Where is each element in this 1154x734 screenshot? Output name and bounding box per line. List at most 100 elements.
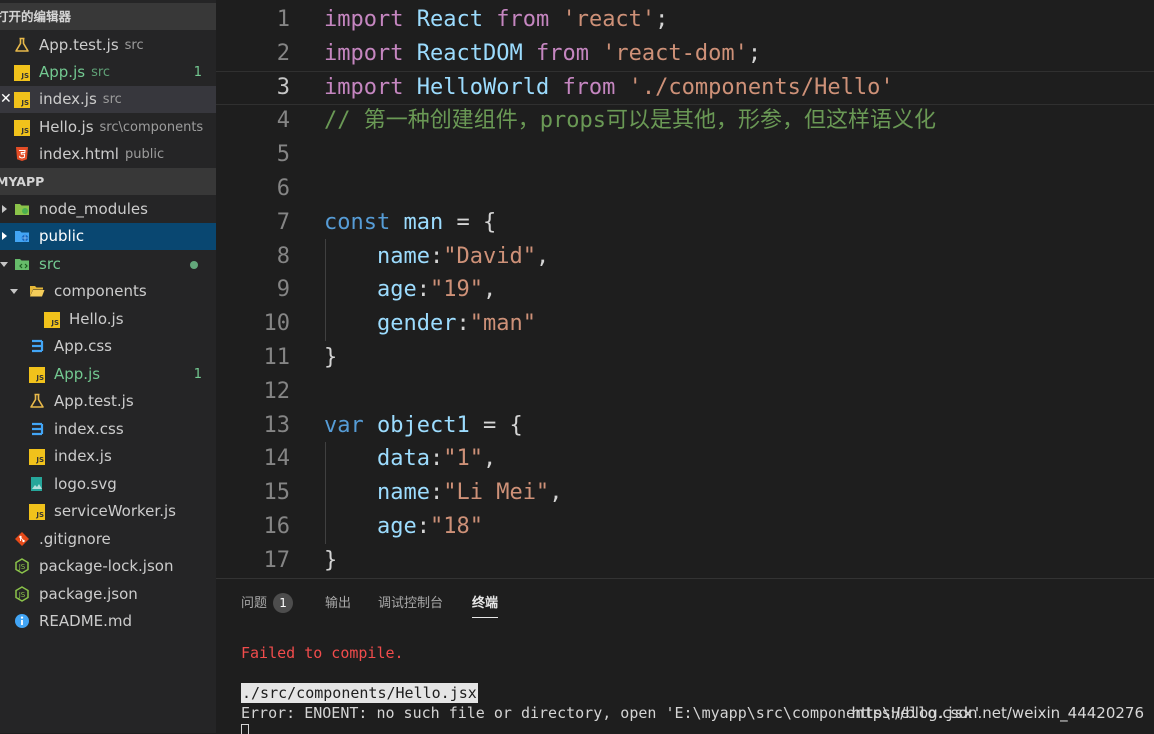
code-line[interactable]: 3 import HelloWorld from './components/He… (216, 70, 1154, 105)
code-line[interactable]: 5 (216, 138, 1154, 172)
tree-item-public[interactable]: public (0, 223, 216, 250)
problems-count-badge: 1 (273, 592, 294, 613)
tab-terminal[interactable]: 终端 (472, 579, 499, 618)
code-token: , (482, 277, 497, 303)
code-token: "18" (429, 514, 483, 539)
project-header[interactable]: MYAPP (0, 168, 216, 195)
css-file-icon (29, 333, 52, 360)
svg-text:JS: JS (18, 591, 26, 599)
tree-item-label: index.js (54, 447, 112, 465)
open-editor-label: index.js (39, 90, 97, 108)
tab-output[interactable]: 输出 (325, 579, 351, 619)
tree-item-gitignore[interactable]: .gitignore (0, 526, 216, 553)
code-token: from (496, 7, 550, 32)
code-text: import ReactDOM from 'react-dom'; (324, 37, 761, 71)
open-editor-app-js[interactable]: JS App.js src 1 (0, 59, 216, 86)
code-line[interactable]: 16 age:"18" (216, 510, 1154, 544)
open-editors-header[interactable]: 打开的编辑器 (0, 3, 216, 30)
code-line[interactable]: 9 age:"19", (216, 273, 1154, 307)
code-line[interactable]: 17} (216, 544, 1154, 578)
js-file-icon: JS (29, 367, 45, 383)
tree-item-label: node_modules (39, 200, 148, 218)
open-editors-title: 打开的编辑器 (0, 9, 72, 24)
tree-item-node-modules[interactable]: node_modules (0, 196, 216, 223)
image-file-icon (29, 471, 52, 498)
code-line[interactable]: 14 data:"1", (216, 442, 1154, 476)
line-number: 7 (276, 209, 290, 235)
code-line[interactable]: 7 const man = { (216, 206, 1154, 240)
code-token: ; (747, 40, 762, 66)
code-line[interactable]: 11} (216, 341, 1154, 375)
tree-item-components[interactable]: components (0, 278, 216, 305)
code-text: var object1 = { (324, 409, 523, 443)
tab-problems[interactable]: 问题 1 (241, 579, 294, 619)
tree-item-app-css[interactable]: App.css (0, 333, 216, 360)
code-line[interactable]: 2 import ReactDOM from 'react-dom'; (216, 37, 1154, 71)
code-token: './components/Hello' (628, 74, 894, 100)
code-token: 'react-dom' (602, 40, 748, 66)
tree-item-serviceworker-js[interactable]: JS serviceWorker.js (0, 498, 216, 525)
open-editor-desc: src (124, 38, 144, 53)
tab-debug-console[interactable]: 调试控制台 (378, 579, 443, 619)
folder-src-icon (14, 251, 37, 278)
tree-item-logo-svg[interactable]: logo.svg (0, 471, 216, 498)
folder-open-icon (29, 278, 52, 305)
code-token: from (535, 40, 589, 66)
code-line[interactable]: 12 (216, 375, 1154, 409)
tab-label: 输出 (325, 596, 352, 611)
code-token: gender (376, 311, 457, 337)
code-text: data:"1", (324, 442, 496, 476)
code-token: import (324, 40, 404, 66)
tree-item-package-json[interactable]: JS package.json (0, 581, 216, 608)
tree-item-index-css[interactable]: index.css (0, 416, 216, 443)
line-number: 11 (263, 345, 291, 370)
code-token: : (416, 514, 430, 539)
code-line[interactable]: 13 var object1 = { (216, 409, 1154, 443)
tab-label: 调试控制台 (378, 596, 444, 611)
project-title: MYAPP (0, 174, 45, 189)
code-editor[interactable]: 1 import React from 'react'; 2 import React… (216, 0, 1154, 578)
tree-item-app-js[interactable]: JS App.js 1 (0, 361, 216, 388)
line-number: 6 (276, 176, 290, 201)
open-editor-index-html[interactable]: index.html public (0, 141, 216, 168)
tree-item-hello-js[interactable]: JS Hello.js (0, 306, 216, 333)
nodejs-icon: JS (14, 581, 37, 608)
open-editor-hello-js[interactable]: JS Hello.js src\components (0, 114, 216, 141)
code-token: : (429, 480, 444, 506)
terminal-error-line: Failed to compile. (241, 644, 404, 662)
code-line[interactable]: 15 name:"Li Mei", (216, 476, 1154, 510)
code-line[interactable]: 10 gender:"man" (216, 307, 1154, 341)
open-editor-label: index.html (39, 145, 119, 163)
tree-item-package-lock-json[interactable]: JS package-lock.json (0, 553, 216, 580)
open-editor-index-js[interactable]: ✕ JS index.js src (0, 86, 216, 113)
code-token: from (562, 74, 616, 100)
close-icon[interactable]: ✕ (0, 86, 12, 113)
code-line[interactable]: 1 import React from 'react'; (216, 3, 1154, 37)
line-number: 9 (276, 277, 290, 303)
tree-item-label: package.json (39, 585, 138, 603)
code-token: object1 (377, 412, 470, 438)
code-line[interactable]: 4 // 第一种创建组件，props可以是其他，形参，但这样语义化 (216, 104, 1154, 138)
js-file-icon: JS (44, 312, 60, 328)
js-file-icon: JS (14, 92, 30, 108)
code-line[interactable]: 6 (216, 172, 1154, 206)
line-number: 2 (276, 40, 290, 66)
tree-item-app-test-js[interactable]: App.test.js (0, 388, 216, 415)
tree-item-index-js[interactable]: JS index.js (0, 443, 216, 470)
code-line[interactable]: 8 name:"David", (216, 240, 1154, 274)
open-editor-app-test-js[interactable]: App.test.js src (0, 32, 216, 59)
problem-count-badge: 1 (193, 65, 202, 80)
folder-public-icon (14, 223, 37, 250)
code-token: // 第一种创建组件，props可以是其他，形参，但这样语义化 (324, 108, 936, 134)
tree-item-src[interactable]: src (0, 251, 216, 278)
tree-item-readme-md[interactable]: README.md (0, 608, 216, 635)
problem-count-badge: 1 (193, 367, 202, 382)
tree-item-label: README.md (39, 612, 133, 630)
open-editor-desc: src (102, 92, 122, 107)
code-text: name:"Li Mei", (324, 476, 562, 510)
watermark: https://blog.csdn.net/weixin_44420276 (851, 704, 1144, 722)
